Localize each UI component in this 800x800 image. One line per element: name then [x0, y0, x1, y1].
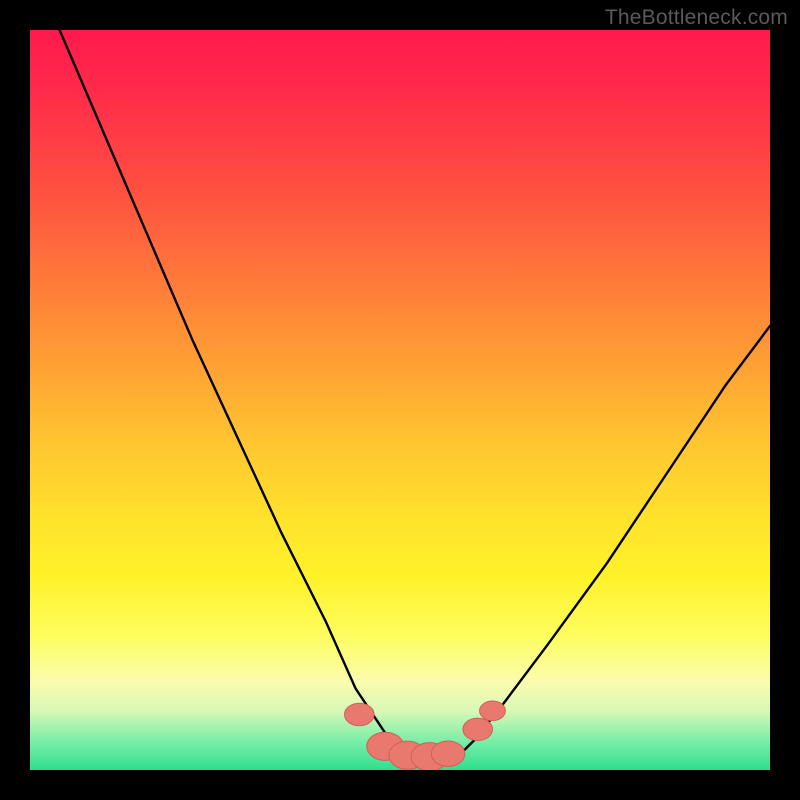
plot-area [30, 30, 770, 770]
marker-right-spot-1 [463, 718, 493, 740]
chart-frame: TheBottleneck.com [0, 0, 800, 800]
marker-right-spot-2 [480, 701, 506, 721]
curve-svg [30, 30, 770, 770]
curve-markers [345, 701, 506, 770]
marker-left-spot-1 [345, 703, 375, 725]
marker-bottom-blob-4 [431, 741, 464, 766]
bottleneck-curve [60, 30, 770, 763]
watermark-label: TheBottleneck.com [605, 6, 788, 30]
